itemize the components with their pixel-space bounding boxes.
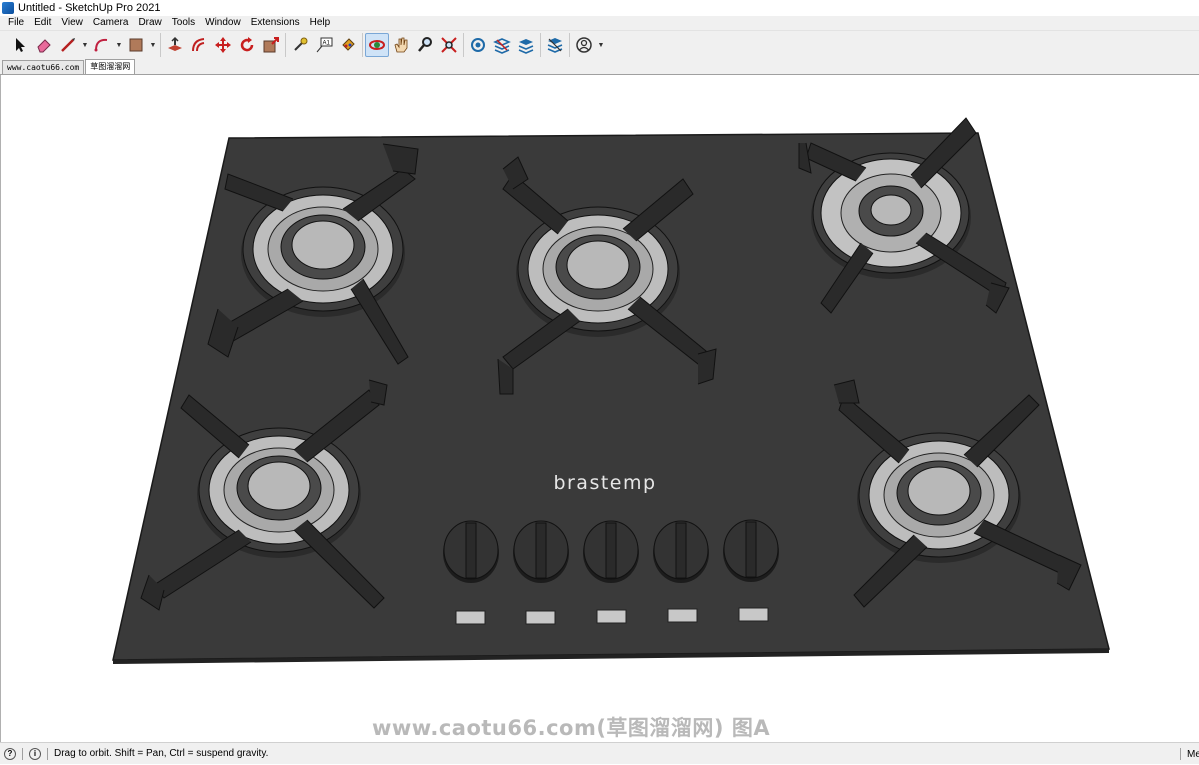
info-icon[interactable]: i	[29, 747, 41, 760]
eraser-icon	[37, 39, 51, 53]
rectangle-tool-button[interactable]	[124, 33, 148, 57]
measurements-label: Me	[1187, 748, 1199, 760]
pan-tool-button[interactable]	[389, 33, 413, 57]
sketchup-logo-icon	[2, 2, 14, 14]
geolocation-icon[interactable]: ?	[4, 747, 16, 760]
menu-bar: File Edit View Camera Draw Tools Window …	[0, 16, 1199, 31]
account-dropdown-arrow[interactable]: ▼	[596, 33, 606, 57]
arc-tool-button[interactable]	[90, 33, 114, 57]
scale-tool-button[interactable]	[259, 33, 283, 57]
indicator-plate-3	[596, 609, 627, 624]
text-tool-button[interactable]: A1	[312, 33, 336, 57]
select-icon	[16, 38, 25, 52]
menu-help[interactable]: Help	[305, 16, 336, 30]
menu-extensions[interactable]: Extensions	[246, 16, 305, 30]
svg-text:A1: A1	[323, 41, 331, 47]
zoom-icon	[418, 37, 432, 52]
arc-icon	[94, 38, 108, 52]
menu-view[interactable]: View	[56, 16, 88, 30]
line-tool-button[interactable]	[56, 33, 80, 57]
watermark-text: www.caotu66.com(草图溜溜网) 图A	[372, 716, 771, 740]
menu-camera[interactable]: Camera	[88, 16, 134, 30]
extension-manager-button[interactable]	[543, 33, 567, 57]
status-separator	[22, 747, 23, 760]
zoom-extents-icon	[441, 37, 457, 53]
scene-tab-2[interactable]: 草图溜溜网	[85, 59, 136, 74]
control-knob-3	[583, 520, 639, 583]
account-button[interactable]	[572, 33, 596, 57]
menu-tools[interactable]: Tools	[167, 16, 200, 30]
menu-edit[interactable]: Edit	[29, 16, 56, 30]
toolbar-group-warehouse	[463, 33, 540, 57]
rectangle-icon	[129, 38, 143, 52]
toolbar-group-draw: ▼ ▼ ▼	[6, 33, 160, 57]
toolbar-group-camera	[362, 33, 463, 57]
move-icon	[215, 37, 231, 53]
paint-bucket-icon	[342, 38, 355, 51]
status-message: Drag to orbit. Shift = Pan, Ctrl = suspe…	[54, 748, 269, 759]
brand-logo: brastemp	[553, 472, 656, 494]
status-separator-2	[47, 747, 48, 760]
indicator-plate-5	[738, 607, 769, 622]
menu-draw[interactable]: Draw	[133, 16, 166, 30]
scene-tab-bar: www.caotu66.com 草图溜溜网	[0, 59, 1199, 75]
extension-manager-icon	[547, 38, 563, 53]
toolbar-group-extensions	[540, 33, 569, 57]
title-bar: Untitled - SketchUp Pro 2021	[0, 0, 1199, 16]
tape-measure-tool-button[interactable]	[288, 33, 312, 57]
3d-warehouse-button[interactable]	[466, 33, 490, 57]
drawing-viewport[interactable]: brastemp	[0, 75, 1199, 742]
menu-file[interactable]: File	[3, 16, 29, 30]
rectangle-dropdown-arrow[interactable]: ▼	[148, 33, 158, 57]
rotate-tool-button[interactable]	[235, 33, 259, 57]
eraser-tool-button[interactable]	[32, 33, 56, 57]
account-icon	[576, 37, 592, 53]
line-icon	[61, 38, 75, 52]
main-toolbar: ▼ ▼ ▼ A1 ▼	[0, 31, 1199, 59]
control-knob-2	[513, 520, 569, 583]
zoom-extents-tool-button[interactable]	[437, 33, 461, 57]
tape-measure-icon	[294, 37, 308, 51]
indicator-plate-2	[525, 610, 556, 625]
measurements-box[interactable]: Me	[1174, 743, 1199, 765]
toolbar-group-edit	[160, 33, 285, 57]
model-canvas[interactable]: brastemp	[1, 75, 1199, 742]
line-dropdown-arrow[interactable]: ▼	[80, 33, 90, 57]
indicator-plate-1	[455, 610, 486, 625]
control-knob-5	[723, 519, 779, 582]
layout-button[interactable]	[514, 33, 538, 57]
extension-warehouse-button[interactable]	[490, 33, 514, 57]
indicator-plate-4	[667, 608, 698, 623]
move-tool-button[interactable]	[211, 33, 235, 57]
orbit-tool-button[interactable]	[365, 33, 389, 57]
toolbar-group-account: ▼	[569, 33, 608, 57]
scene-tab-1[interactable]: www.caotu66.com	[2, 60, 85, 74]
extension-warehouse-icon	[493, 38, 511, 54]
status-separator-3	[1180, 748, 1181, 760]
offset-tool-button[interactable]	[187, 33, 211, 57]
push-pull-icon	[168, 36, 182, 51]
scale-icon	[263, 37, 279, 53]
offset-icon	[192, 38, 205, 52]
rotate-icon	[240, 37, 254, 52]
arc-dropdown-arrow[interactable]: ▼	[114, 33, 124, 57]
toolbar-group-construction: A1	[285, 33, 362, 57]
text-icon: A1	[316, 37, 333, 53]
window-title: Untitled - SketchUp Pro 2021	[18, 2, 161, 14]
3d-warehouse-icon	[471, 38, 485, 52]
status-bar: ? i Drag to orbit. Shift = Pan, Ctrl = s…	[0, 742, 1199, 764]
control-knob-4	[653, 520, 709, 583]
pan-icon	[394, 37, 408, 53]
zoom-tool-button[interactable]	[413, 33, 437, 57]
orbit-icon	[369, 40, 385, 50]
menu-window[interactable]: Window	[200, 16, 246, 30]
layout-icon	[518, 39, 534, 54]
control-knob-1	[443, 520, 499, 583]
push-pull-tool-button[interactable]	[163, 33, 187, 57]
select-tool-button[interactable]	[8, 33, 32, 57]
paint-bucket-tool-button[interactable]	[336, 33, 360, 57]
